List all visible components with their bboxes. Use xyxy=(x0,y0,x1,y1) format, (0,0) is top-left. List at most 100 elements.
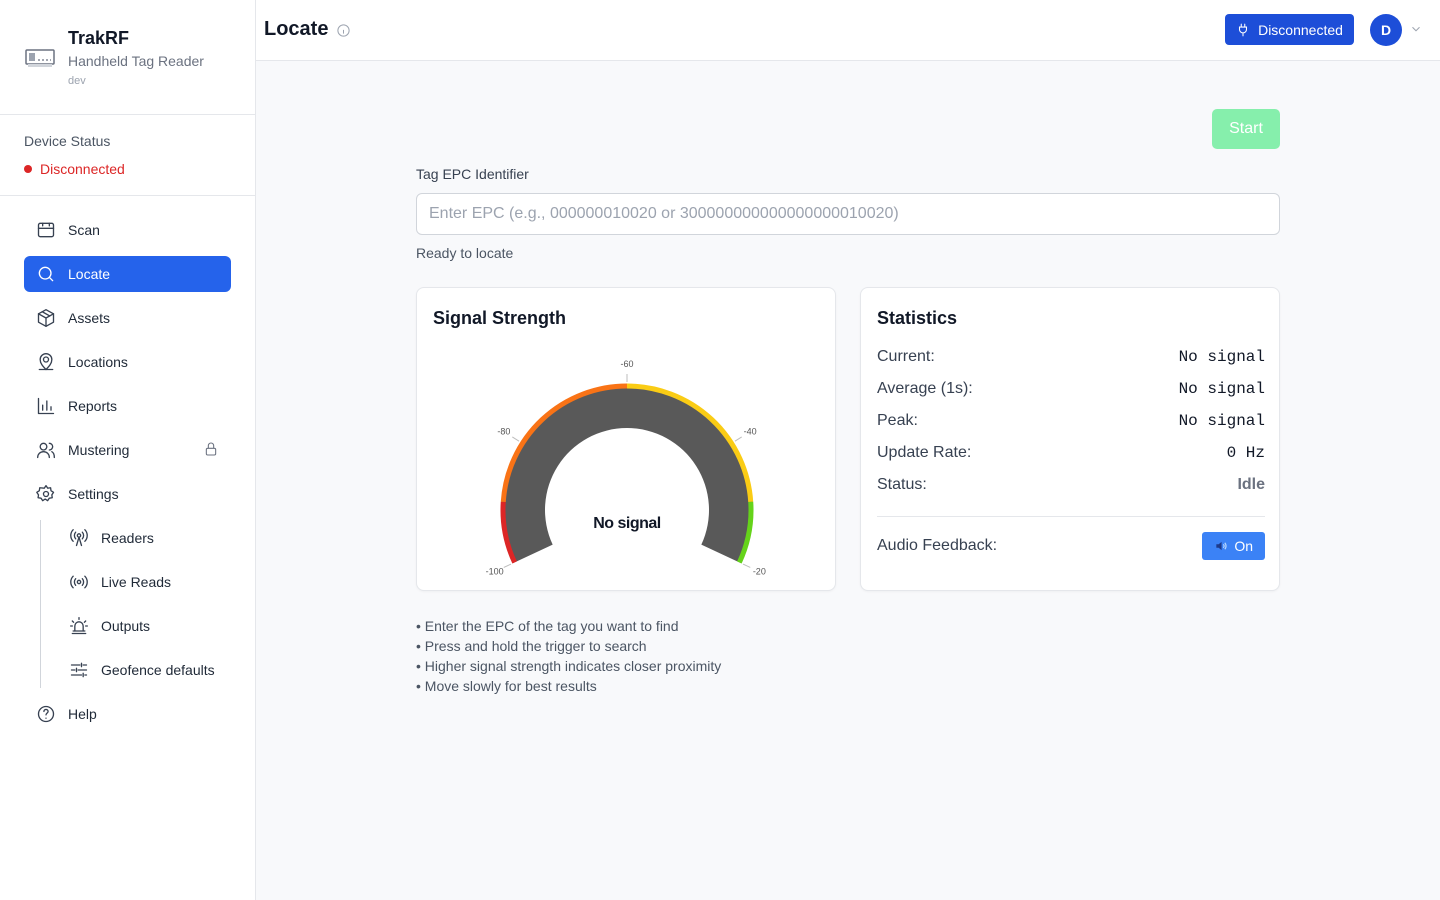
locate-tips: • Enter the EPC of the tag you want to f… xyxy=(416,616,721,696)
sidebar-item-label: Scan xyxy=(68,222,100,238)
sidebar-item-label: Mustering xyxy=(68,442,130,458)
stat-row-peak: Peak: No signal xyxy=(877,412,1265,430)
status-dot-icon xyxy=(24,165,32,173)
start-button[interactable]: Start xyxy=(1212,109,1280,149)
sidebar-item-label: Locate xyxy=(68,266,111,282)
help-circle-icon xyxy=(36,704,56,724)
gauge-tick-label-1: -80 xyxy=(497,427,510,437)
statistics-card: Statistics Current: No signal Average (1… xyxy=(860,287,1280,591)
stat-value: 0 Hz xyxy=(1226,444,1265,462)
users-icon xyxy=(36,440,56,460)
sidebar: TrakRF Handheld Tag Reader dev Device St… xyxy=(0,0,256,900)
inbox-icon xyxy=(36,220,56,240)
map-pin-icon xyxy=(36,352,56,372)
sidebar-item-label: Assets xyxy=(68,310,111,326)
gauge-tick-3 xyxy=(734,436,742,442)
reader-device-icon xyxy=(24,44,56,72)
gauge-tick-label-0: -100 xyxy=(486,567,504,577)
sidebar-item-mustering[interactable]: Mustering xyxy=(24,432,231,468)
gauge-tick-4 xyxy=(742,563,751,568)
gauge-center-text: No signal xyxy=(593,515,661,532)
tip-item: • Enter the EPC of the tag you want to f… xyxy=(416,618,679,634)
gauge-tick-label-2: -60 xyxy=(620,359,633,369)
top-header: Locate Disconnected D xyxy=(256,0,1440,61)
broadcast-icon xyxy=(69,572,89,592)
sidebar-item-help[interactable]: Help xyxy=(24,696,231,732)
signal-strength-card: Signal Strength -100 -80 -60 -40 -20 No sign… xyxy=(416,287,836,591)
device-status: Device Status Disconnected xyxy=(0,115,255,196)
sidebar-item-label: Outputs xyxy=(101,618,151,634)
sidebar-item-geofence-defaults[interactable]: Geofence defaults xyxy=(57,652,231,688)
signal-gauge: -100 -80 -60 -40 -20 No signal xyxy=(486,359,766,577)
stat-row-update-rate: Update Rate: 0 Hz xyxy=(877,444,1265,462)
stat-row-status: Status: Idle xyxy=(877,476,1265,494)
epc-field-label: Tag EPC Identifier xyxy=(416,166,529,182)
stat-row-average: Average (1s): No signal xyxy=(877,380,1265,398)
gauge-tick-0 xyxy=(503,563,512,568)
device-status-title: Device Status xyxy=(24,133,111,149)
sidebar-item-assets[interactable]: Assets xyxy=(24,300,231,336)
stat-row-audio-feedback: Audio Feedback: On xyxy=(877,532,1265,560)
stat-label: Status: xyxy=(877,476,927,493)
device-status-value: Disconnected xyxy=(24,161,125,177)
brand-header: TrakRF Handheld Tag Reader dev xyxy=(0,0,255,115)
gauge-bands xyxy=(500,383,754,564)
device-status-text: Disconnected xyxy=(40,161,125,177)
sidebar-item-label: Geofence defaults xyxy=(101,662,215,678)
bar-chart-icon xyxy=(36,396,56,416)
stat-value: No signal xyxy=(1178,412,1265,430)
gear-icon xyxy=(36,484,56,504)
sidebar-item-label: Help xyxy=(68,706,97,722)
sidebar-item-locate[interactable]: Locate xyxy=(24,256,231,292)
sidebar-item-reports[interactable]: Reports xyxy=(24,388,231,424)
gauge-tick-label-3: -40 xyxy=(744,427,757,437)
gauge-tick-label-4: -20 xyxy=(753,567,766,577)
info-icon[interactable] xyxy=(336,23,351,38)
page-title: Locate xyxy=(264,18,329,40)
audio-toggle-button[interactable]: On xyxy=(1202,532,1265,560)
sidebar-nav: Scan Locate Assets Locations Reports Mus… xyxy=(24,212,231,740)
speaker-icon xyxy=(1216,541,1227,551)
brand-name: TrakRF xyxy=(68,28,130,48)
statistics-title: Statistics xyxy=(877,308,958,328)
sidebar-item-label: Live Reads xyxy=(101,574,172,590)
brand-env: dev xyxy=(68,75,86,87)
stat-label: Peak: xyxy=(877,412,918,429)
sidebar-item-label: Readers xyxy=(101,530,154,546)
settings-subnav: Readers Live Reads Outputs Geofence defa… xyxy=(40,520,231,688)
siren-icon xyxy=(69,616,89,636)
stat-label: Update Rate: xyxy=(877,444,972,461)
locate-status-text: Ready to locate xyxy=(416,245,514,261)
epc-input[interactable] xyxy=(416,193,1280,235)
tip-item: • Move slowly for best results xyxy=(416,678,597,694)
connect-device-button[interactable]: Disconnected xyxy=(1225,14,1354,45)
radio-tower-icon xyxy=(69,528,89,548)
sidebar-item-label: Reports xyxy=(68,398,118,414)
tip-item: • Press and hold the trigger to search xyxy=(416,638,647,654)
sidebar-item-scan[interactable]: Scan xyxy=(24,212,231,248)
sidebar-item-settings[interactable]: Settings xyxy=(24,476,231,512)
sidebar-item-label: Settings xyxy=(68,486,119,502)
audio-feedback-label: Audio Feedback: xyxy=(877,537,998,554)
box-icon xyxy=(36,308,56,328)
chevron-down-icon[interactable] xyxy=(1409,22,1423,36)
stat-label: Current: xyxy=(877,348,935,365)
connect-device-label: Disconnected xyxy=(1258,21,1343,38)
avatar[interactable]: D xyxy=(1370,14,1402,46)
sidebar-item-live-reads[interactable]: Live Reads xyxy=(57,564,231,600)
stat-label: Average (1s): xyxy=(877,380,973,397)
sidebar-item-readers[interactable]: Readers xyxy=(57,520,231,556)
sidebar-item-locations[interactable]: Locations xyxy=(24,344,231,380)
sidebar-item-outputs[interactable]: Outputs xyxy=(57,608,231,644)
sliders-icon xyxy=(69,660,89,680)
sidebar-item-label: Locations xyxy=(68,354,128,370)
gauge-track xyxy=(501,384,753,564)
brand-subtitle: Handheld Tag Reader xyxy=(68,53,204,69)
stat-value: No signal xyxy=(1178,348,1265,366)
tip-item: • Higher signal strength indicates close… xyxy=(416,658,722,674)
plug-icon xyxy=(1239,23,1248,36)
stats-divider xyxy=(877,516,1265,517)
stat-value: Idle xyxy=(1237,476,1265,493)
stat-row-current: Current: No signal xyxy=(877,348,1265,366)
gauge-tick-1 xyxy=(512,436,520,442)
